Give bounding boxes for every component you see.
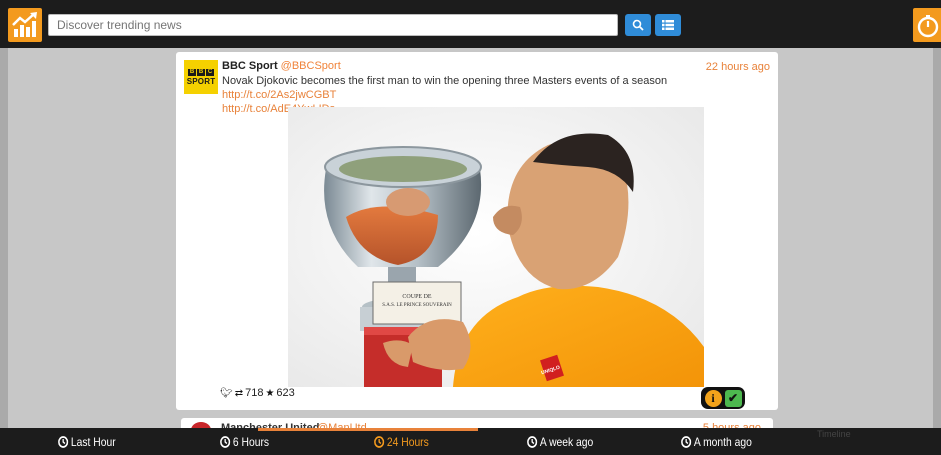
filter-last-hour[interactable]: Last Hour <box>58 433 116 451</box>
stopwatch-icon <box>917 15 939 38</box>
trending-chart-icon[interactable] <box>8 8 42 42</box>
clock-icon <box>527 436 538 448</box>
time-filter-bar: Last Hour 6 Hours 24 Hours A week ago A … <box>0 428 941 455</box>
retweet-count: 718 <box>245 387 264 399</box>
post-author: BBC Sport @BBCSport <box>222 60 341 72</box>
search-input[interactable] <box>49 15 617 35</box>
filter-label: A week ago <box>539 435 594 449</box>
search-button[interactable] <box>625 14 651 36</box>
filter-label: 6 Hours <box>232 435 270 449</box>
right-gutter <box>933 48 941 428</box>
clock-icon <box>220 436 231 448</box>
list-view-button[interactable] <box>655 14 681 36</box>
post-actions: i ✔ <box>701 387 745 409</box>
twitter-bird-icon[interactable]: 🐦︎ <box>220 388 233 399</box>
post-link[interactable]: http://t.co/2As2jwCGBT <box>222 89 336 101</box>
search-box <box>48 14 618 36</box>
filter-week[interactable]: A week ago <box>527 433 593 451</box>
top-bar <box>0 0 941 48</box>
favorite-count: 623 <box>276 387 295 399</box>
active-filter-indicator <box>258 428 478 431</box>
post-time[interactable]: 22 hours ago <box>706 61 770 73</box>
list-icon <box>662 20 674 30</box>
post-body: Novak Djokovic becomes the first man to … <box>222 75 668 87</box>
clock-icon <box>58 436 69 448</box>
post-card: BBC SPORT BBC Sport @BBCSport 22 hours a… <box>176 52 778 410</box>
filter-6-hours[interactable]: 6 Hours <box>220 433 269 451</box>
stopwatch-button[interactable] <box>913 8 941 42</box>
trophy-plaque-text: S.A.S. LE PRINCE SOUVERAIN <box>382 303 452 308</box>
author-name[interactable]: BBC Sport <box>222 60 278 72</box>
post-stats: 🐦︎ ⇄ 718 ★ 623 <box>220 387 295 399</box>
check-icon[interactable]: ✔ <box>724 389 742 407</box>
trophy-plaque-text: COUPE DE <box>402 294 432 300</box>
search-icon <box>632 19 644 31</box>
avatar[interactable]: BBC SPORT <box>184 60 218 94</box>
filter-label: A month ago <box>693 435 752 449</box>
post-image[interactable]: COUPE DE S.A.S. LE PRINCE SOUVERAIN UNIQ… <box>288 107 704 387</box>
info-icon[interactable]: i <box>704 389 722 407</box>
avatar-text: SPORT <box>186 76 216 86</box>
left-gutter <box>0 48 8 428</box>
retweet-icon[interactable]: ⇄ <box>235 388 243 399</box>
star-icon[interactable]: ★ <box>265 388 274 399</box>
clock-icon <box>681 436 692 448</box>
bbc-logo: BBC <box>188 68 214 76</box>
filter-label: 24 Hours <box>386 435 429 449</box>
timeline-label[interactable]: Timeline <box>817 429 851 439</box>
author-handle[interactable]: @BBCSport <box>281 60 341 72</box>
filter-label: Last Hour <box>70 435 116 449</box>
filter-24-hours[interactable]: 24 Hours <box>374 433 429 451</box>
clock-icon <box>374 436 385 448</box>
filter-month[interactable]: A month ago <box>681 433 752 451</box>
